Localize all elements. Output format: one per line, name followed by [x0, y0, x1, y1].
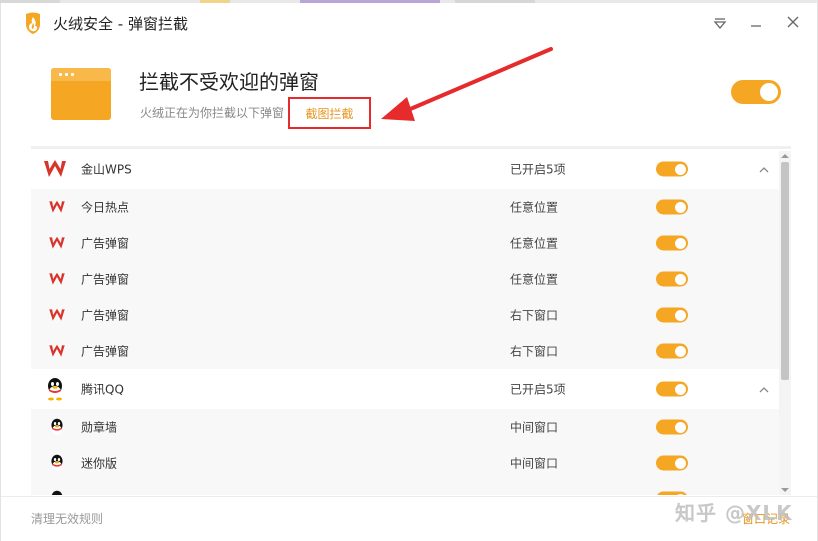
- item-toggle[interactable]: [656, 199, 688, 215]
- group-toggle[interactable]: [656, 381, 688, 397]
- list-item-partial[interactable]: [31, 481, 781, 495]
- item-toggle[interactable]: [656, 235, 688, 251]
- list-item[interactable]: 广告弹窗 右下窗口: [31, 333, 781, 369]
- qq-penguin-icon: [45, 416, 69, 438]
- group-row-qq[interactable]: 腾讯QQ 已开启5项: [31, 369, 781, 409]
- scroll-down-arrow-icon[interactable]: [779, 485, 791, 495]
- dropdown-menu-button[interactable]: [709, 12, 731, 34]
- popup-window-icon: [51, 68, 111, 120]
- qq-penguin-icon: [45, 452, 69, 474]
- popup-blocker-window: 火绒安全 - 弹窗拦截 拦截不受欢迎的弹窗 火绒正在为你拦截以下弹窗 截图拦截: [0, 3, 818, 541]
- list-item[interactable]: 广告弹窗 任意位置: [31, 225, 781, 261]
- chevron-up-icon[interactable]: [757, 382, 771, 396]
- page-subtitle: 火绒正在为你拦截以下弹窗: [140, 106, 285, 120]
- item-name: 广告弹窗: [81, 236, 130, 251]
- list-item[interactable]: 勋章墙 中间窗口: [31, 409, 781, 445]
- wps-icon: [45, 340, 69, 362]
- screenshot-block-link[interactable]: 截图拦截: [288, 97, 371, 129]
- wps-icon: [45, 232, 69, 254]
- group-toggle[interactable]: [656, 161, 688, 177]
- wps-icon: [43, 158, 67, 180]
- title-bar: 火绒安全 - 弹窗拦截: [1, 3, 817, 43]
- list-item[interactable]: 广告弹窗 任意位置: [31, 261, 781, 297]
- huorong-flame-logo: [23, 11, 43, 35]
- item-position: 任意位置: [510, 272, 559, 287]
- group-name: 金山WPS: [81, 162, 132, 177]
- group-status: 已开启5项: [510, 382, 566, 397]
- item-toggle[interactable]: [656, 491, 688, 495]
- scroll-up-arrow-icon[interactable]: [779, 151, 791, 161]
- item-position: 中间窗口: [510, 420, 559, 435]
- item-toggle[interactable]: [656, 307, 688, 323]
- list-item[interactable]: 迷你版 中间窗口: [31, 445, 781, 481]
- close-button[interactable]: [782, 12, 804, 34]
- item-toggle[interactable]: [656, 271, 688, 287]
- group-status: 已开启5项: [510, 162, 566, 177]
- item-position: 任意位置: [510, 236, 559, 251]
- clear-invalid-rules-link[interactable]: 清理无效规则: [31, 510, 103, 527]
- item-name: 广告弹窗: [81, 344, 130, 359]
- qq-penguin-icon: [43, 378, 67, 401]
- annotation-arrow-icon: [381, 47, 553, 121]
- item-toggle[interactable]: [656, 419, 688, 435]
- item-position: 中间窗口: [510, 456, 559, 471]
- scrollbar-thumb[interactable]: [781, 162, 789, 380]
- item-name: 广告弹窗: [81, 308, 130, 323]
- menu-down-icon: [713, 14, 727, 33]
- item-name: 今日热点: [81, 200, 130, 215]
- item-name: 勋章墙: [81, 420, 118, 435]
- wps-icon: [45, 268, 69, 290]
- window-title: 火绒安全 - 弹窗拦截: [53, 15, 188, 33]
- item-position: 右下窗口: [510, 344, 559, 359]
- zhihu-watermark: 知乎 @XLK: [675, 501, 793, 525]
- list-scrollbar[interactable]: [779, 151, 791, 495]
- qq-penguin-icon: [45, 488, 69, 495]
- group-name: 腾讯QQ: [81, 382, 124, 397]
- popup-rules-list: 金山WPS 已开启5项 今日热点 任意位置 广告弹窗 任意位置 广告弹窗 任意位…: [31, 146, 791, 495]
- minimize-button[interactable]: [745, 12, 767, 34]
- item-position: 任意位置: [510, 200, 559, 215]
- item-position: 右下窗口: [510, 308, 559, 323]
- list-item[interactable]: 广告弹窗 右下窗口: [31, 297, 781, 333]
- chevron-up-icon[interactable]: [757, 162, 771, 176]
- wps-icon: [45, 304, 69, 326]
- minimize-icon: [749, 14, 763, 33]
- master-block-toggle[interactable]: [731, 80, 781, 104]
- list-item[interactable]: 今日热点 任意位置: [31, 189, 781, 225]
- page-title: 拦截不受欢迎的弹窗: [139, 70, 319, 94]
- item-name: 迷你版: [81, 456, 118, 471]
- wps-icon: [45, 196, 69, 218]
- group-row-wps[interactable]: 金山WPS 已开启5项: [31, 149, 781, 189]
- item-toggle[interactable]: [656, 455, 688, 471]
- close-icon: [786, 14, 800, 33]
- item-toggle[interactable]: [656, 343, 688, 359]
- item-name: 广告弹窗: [81, 272, 130, 287]
